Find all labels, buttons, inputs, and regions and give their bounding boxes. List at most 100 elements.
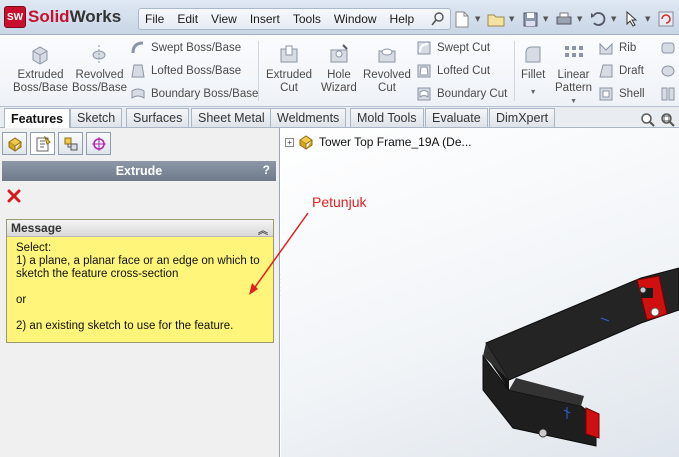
logo-text: SolidWorks (28, 7, 122, 26)
chevron-down-icon[interactable]: ▼ (611, 15, 619, 23)
tab-dimxpert[interactable]: DimXpert (489, 108, 556, 127)
tab-evaluate[interactable]: Evaluate (425, 108, 488, 127)
menu-window[interactable]: Window (334, 12, 377, 26)
revolved-boss-button[interactable]: Revolved Boss/Base (72, 43, 127, 95)
menu-tools[interactable]: Tools (293, 12, 321, 26)
draft-button[interactable]: Draft (598, 62, 645, 79)
wrap-icon[interactable] (660, 39, 679, 56)
property-manager-tab[interactable] (30, 132, 55, 155)
menu-edit[interactable]: Edit (177, 12, 198, 26)
annotation-label: Petunjuk (312, 194, 367, 210)
chevron-down-icon[interactable]: ▼ (530, 86, 537, 99)
feature-options-group: Rib Draft Shell (598, 39, 645, 102)
save-icon[interactable] (520, 10, 540, 28)
message-box: Message ︽ Select: 1) a plane, a planar f… (6, 219, 274, 343)
lofted-cut-button[interactable]: Lofted Cut (416, 62, 507, 79)
command-manager: Extruded Boss/Base Revolved Boss/Base Sw… (0, 35, 679, 107)
3d-model[interactable] (281, 128, 679, 457)
message-text: Select: 1) a plane, a planar face or an … (16, 242, 260, 332)
shell-button[interactable]: Shell (598, 85, 645, 102)
rebuild-icon[interactable] (656, 10, 676, 28)
boundary-boss-button[interactable]: Boundary Boss/Base (130, 85, 258, 102)
extruded-cut-button[interactable]: Extruded Cut (266, 43, 312, 95)
property-manager-panel: Extrude ? Message ︽ Select: 1) a plane, … (0, 128, 280, 457)
hole-wizard-button[interactable]: Hole Wizard (321, 43, 357, 95)
dome-icon[interactable] (660, 62, 679, 79)
feature-tree-tab[interactable] (2, 132, 27, 155)
hole-wizard-icon (330, 44, 348, 63)
linear-pattern-button[interactable]: Linear Pattern ▼ (555, 43, 592, 108)
shell-icon (599, 87, 613, 100)
swept-cut-button[interactable]: Swept Cut (416, 39, 507, 56)
extruded-boss-icon (32, 46, 48, 65)
swept-boss-button[interactable]: Swept Boss/Base (130, 39, 258, 56)
menu-help[interactable]: Help (390, 12, 415, 26)
boundary-cut-button[interactable]: Boundary Cut (416, 85, 507, 102)
configuration-manager-tab[interactable] (58, 132, 83, 155)
page-title: Extrude (115, 164, 163, 178)
rib-icon (599, 42, 613, 54)
select-cursor-icon[interactable] (622, 10, 642, 28)
extruded-cut-icon (280, 45, 298, 63)
quick-access-toolbar: ▼ ▼ ▼ ▼ ▼ ▼ (452, 8, 676, 30)
cancel-icon[interactable] (7, 189, 21, 203)
new-document-icon[interactable] (452, 10, 472, 28)
help-icon[interactable]: ? (263, 163, 270, 177)
boss-options-group: Swept Boss/Base Lofted Boss/Base Boundar… (130, 39, 258, 102)
title-bar: SW SolidWorks File Edit View Insert Tool… (0, 0, 679, 35)
revolved-boss-icon (92, 45, 106, 63)
mirror-icon[interactable] (660, 85, 679, 102)
heads-up-view-toolbar (640, 112, 677, 128)
graphics-area[interactable]: + Tower Top Frame_19A (De... (281, 128, 679, 457)
collapse-icon[interactable]: ︽ (258, 222, 268, 237)
tab-weldments[interactable]: Weldments (270, 108, 347, 127)
chevron-down-icon[interactable]: ▼ (509, 15, 517, 23)
menu-file[interactable]: File (145, 12, 164, 26)
configuration-icon (64, 137, 77, 150)
chevron-down-icon[interactable]: ▼ (645, 15, 653, 23)
lofted-boss-button[interactable]: Lofted Boss/Base (130, 62, 258, 79)
extra-tools-group (660, 39, 679, 102)
open-folder-icon[interactable] (486, 10, 506, 28)
linear-pattern-icon (564, 46, 583, 57)
zoom-area-icon[interactable] (660, 112, 676, 128)
ribbon-separator (258, 41, 259, 101)
revolved-cut-button[interactable]: Revolved Cut (363, 43, 411, 95)
solidworks-logo[interactable]: SW SolidWorks (4, 6, 121, 28)
message-header[interactable]: Message ︽ (7, 220, 273, 237)
sw-logo-icon: SW (4, 6, 26, 28)
zoom-to-fit-icon[interactable] (640, 112, 656, 128)
draft-icon (599, 64, 613, 77)
menu-view[interactable]: View (211, 12, 237, 26)
chevron-down-icon[interactable]: ▼ (475, 15, 483, 23)
print-icon[interactable] (554, 10, 574, 28)
cut-options-group: Swept Cut Lofted Cut Boundary Cut (416, 39, 507, 102)
tab-features[interactable]: Features (4, 108, 71, 128)
property-manager-icon (36, 135, 51, 151)
fillet-button[interactable]: Fillet ▼ (521, 43, 545, 99)
tab-sketch[interactable]: Sketch (70, 108, 123, 127)
swept-boss-icon (131, 41, 144, 53)
boundary-boss-icon (131, 88, 145, 99)
undo-icon[interactable] (588, 10, 608, 28)
dimxpert-icon (91, 136, 106, 151)
swept-cut-icon (417, 41, 431, 54)
chevron-down-icon[interactable]: ▼ (577, 15, 585, 23)
chevron-down-icon[interactable]: ▼ (543, 15, 551, 23)
extruded-boss-button[interactable]: Extruded Boss/Base (13, 43, 68, 95)
pin-icon[interactable] (431, 12, 445, 26)
dimxpert-manager-tab[interactable] (86, 132, 111, 155)
tab-surfaces[interactable]: Surfaces (126, 108, 190, 127)
tab-sheet-metal[interactable]: Sheet Metal (191, 108, 272, 127)
menu-insert[interactable]: Insert (250, 12, 280, 26)
lofted-boss-icon (131, 64, 145, 77)
menu-bar: File Edit View Insert Tools Window Help (138, 8, 451, 30)
fillet-icon (525, 46, 541, 63)
rib-button[interactable]: Rib (598, 39, 645, 56)
command-tabs: Features Sketch Surfaces Sheet Metal Wel… (0, 107, 679, 128)
feature-tree-icon (7, 136, 22, 152)
tab-mold-tools[interactable]: Mold Tools (350, 108, 424, 127)
lofted-cut-icon (417, 64, 431, 77)
boundary-cut-icon (417, 87, 431, 100)
property-manager-header: Extrude ? (2, 161, 276, 181)
